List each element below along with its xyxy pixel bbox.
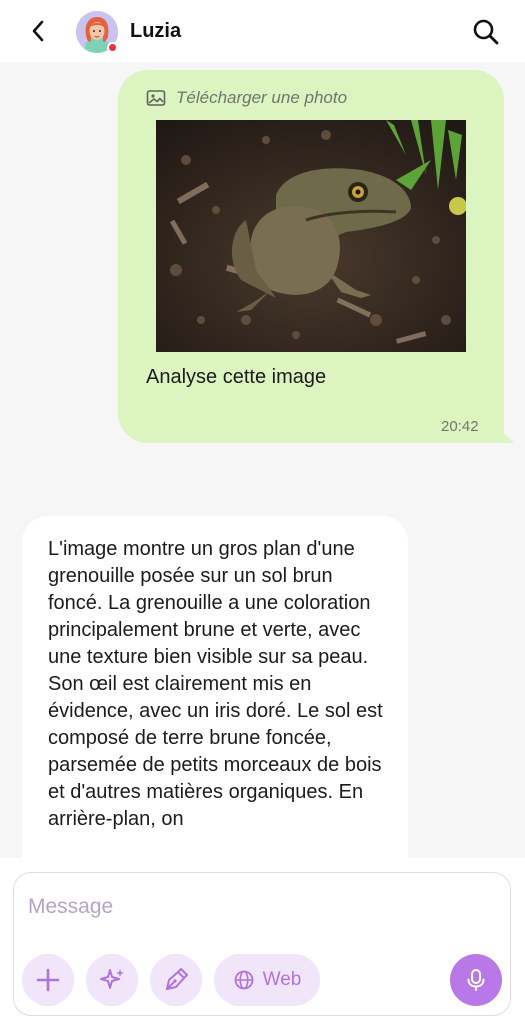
chat-screen: Luzia Télécharger une photo Analyse cett…	[0, 0, 525, 1024]
message-input[interactable]	[28, 892, 468, 922]
bubble-tail	[496, 425, 514, 443]
plus-icon	[36, 968, 60, 992]
chevron-left-icon	[32, 20, 44, 42]
chat-header: Luzia	[0, 0, 525, 62]
search-button[interactable]	[471, 17, 501, 47]
search-icon	[473, 19, 499, 45]
web-search-button[interactable]: Web	[214, 954, 320, 1006]
outgoing-message-text: Analyse cette image	[146, 366, 327, 388]
add-button[interactable]	[22, 954, 74, 1006]
incoming-message-text: L'image montre un gros plan d'une grenou…	[48, 538, 383, 830]
microphone-icon	[467, 969, 485, 991]
draw-button[interactable]	[150, 954, 202, 1006]
attachment-header: Télécharger une photo	[146, 88, 347, 108]
message-timestamp: 20:42	[441, 418, 479, 435]
notification-badge	[107, 42, 118, 53]
pen-tool-icon	[166, 968, 188, 990]
attached-photo[interactable]	[156, 120, 466, 352]
image-icon	[146, 90, 166, 106]
contact-name[interactable]: Luzia	[130, 20, 181, 43]
microphone-button[interactable]	[450, 954, 502, 1006]
web-button-label: Web	[262, 969, 302, 990]
back-button[interactable]	[24, 17, 52, 45]
frog-photo	[156, 120, 466, 352]
attachment-label: Télécharger une photo	[176, 88, 348, 107]
globe-icon	[234, 970, 254, 990]
ai-sparkles-button[interactable]	[86, 954, 138, 1006]
sparkles-icon	[100, 969, 124, 989]
